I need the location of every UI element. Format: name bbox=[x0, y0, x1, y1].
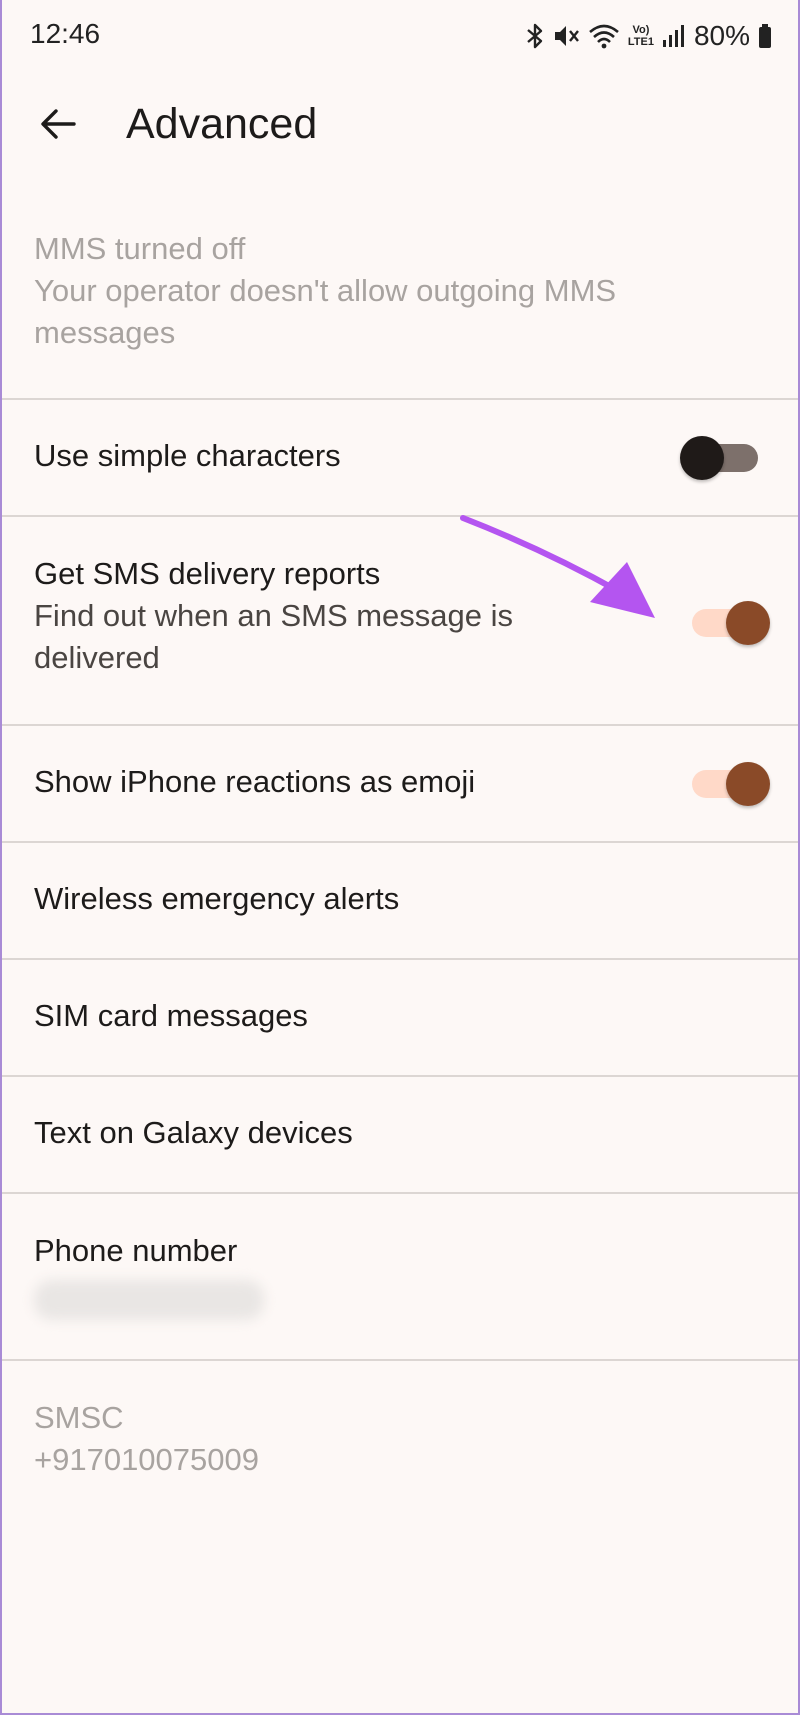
annotation-arrow bbox=[455, 510, 675, 635]
sim-messages-title: SIM card messages bbox=[34, 998, 308, 1033]
arrow-back-icon bbox=[38, 104, 78, 149]
battery-icon bbox=[758, 23, 772, 49]
smsc-setting: SMSC +917010075009 bbox=[0, 1361, 800, 1521]
iphone-reactions-switch[interactable] bbox=[692, 762, 770, 806]
mms-title: MMS turned off bbox=[34, 231, 246, 266]
mms-subtitle: Your operator doesn't allow outgoing MMS… bbox=[34, 273, 617, 350]
switch-knob bbox=[726, 601, 770, 645]
volte-icon: Vo) LTE1 bbox=[628, 24, 654, 48]
mms-setting: MMS turned off Your operator doesn't all… bbox=[0, 224, 800, 400]
signal-icon bbox=[662, 23, 684, 49]
iphone-reactions-title: Show iPhone reactions as emoji bbox=[34, 764, 476, 799]
phone-number-setting[interactable]: Phone number bbox=[0, 1194, 800, 1361]
lte-label: LTE1 bbox=[627, 36, 654, 48]
sim-messages-setting[interactable]: SIM card messages bbox=[0, 960, 800, 1077]
galaxy-text-setting[interactable]: Text on Galaxy devices bbox=[0, 1077, 800, 1194]
galaxy-text-title: Text on Galaxy devices bbox=[34, 1115, 353, 1150]
wifi-icon bbox=[588, 23, 620, 49]
emergency-alerts-setting[interactable]: Wireless emergency alerts bbox=[0, 843, 800, 960]
phone-number-title: Phone number bbox=[34, 1233, 238, 1268]
delivery-reports-setting[interactable]: Get SMS delivery reports Find out when a… bbox=[0, 517, 800, 726]
mute-icon bbox=[552, 23, 580, 49]
status-icons: Vo) LTE1 80% bbox=[526, 16, 772, 56]
emergency-alerts-title: Wireless emergency alerts bbox=[34, 881, 400, 916]
switch-knob bbox=[726, 762, 770, 806]
delivery-reports-switch[interactable] bbox=[692, 601, 770, 645]
redacted-phone-number bbox=[34, 1280, 264, 1320]
app-bar: Advanced bbox=[0, 74, 800, 174]
smsc-title: SMSC bbox=[34, 1400, 124, 1435]
delivery-reports-title: Get SMS delivery reports bbox=[34, 556, 381, 591]
battery-percent: 80% bbox=[693, 20, 750, 51]
bluetooth-icon bbox=[526, 23, 544, 49]
smsc-value: +917010075009 bbox=[34, 1442, 259, 1477]
volte-label: Vo) bbox=[632, 24, 650, 36]
status-time: 12:46 bbox=[30, 18, 101, 49]
iphone-reactions-setting[interactable]: Show iPhone reactions as emoji bbox=[0, 726, 800, 843]
switch-knob bbox=[680, 436, 724, 480]
back-button[interactable] bbox=[30, 98, 86, 154]
simple-characters-switch[interactable] bbox=[680, 436, 758, 480]
page-title: Advanced bbox=[126, 100, 318, 148]
status-bar: 12:46 Vo) LTE1 80% bbox=[0, 0, 800, 74]
simple-characters-setting[interactable]: Use simple characters bbox=[0, 400, 800, 517]
